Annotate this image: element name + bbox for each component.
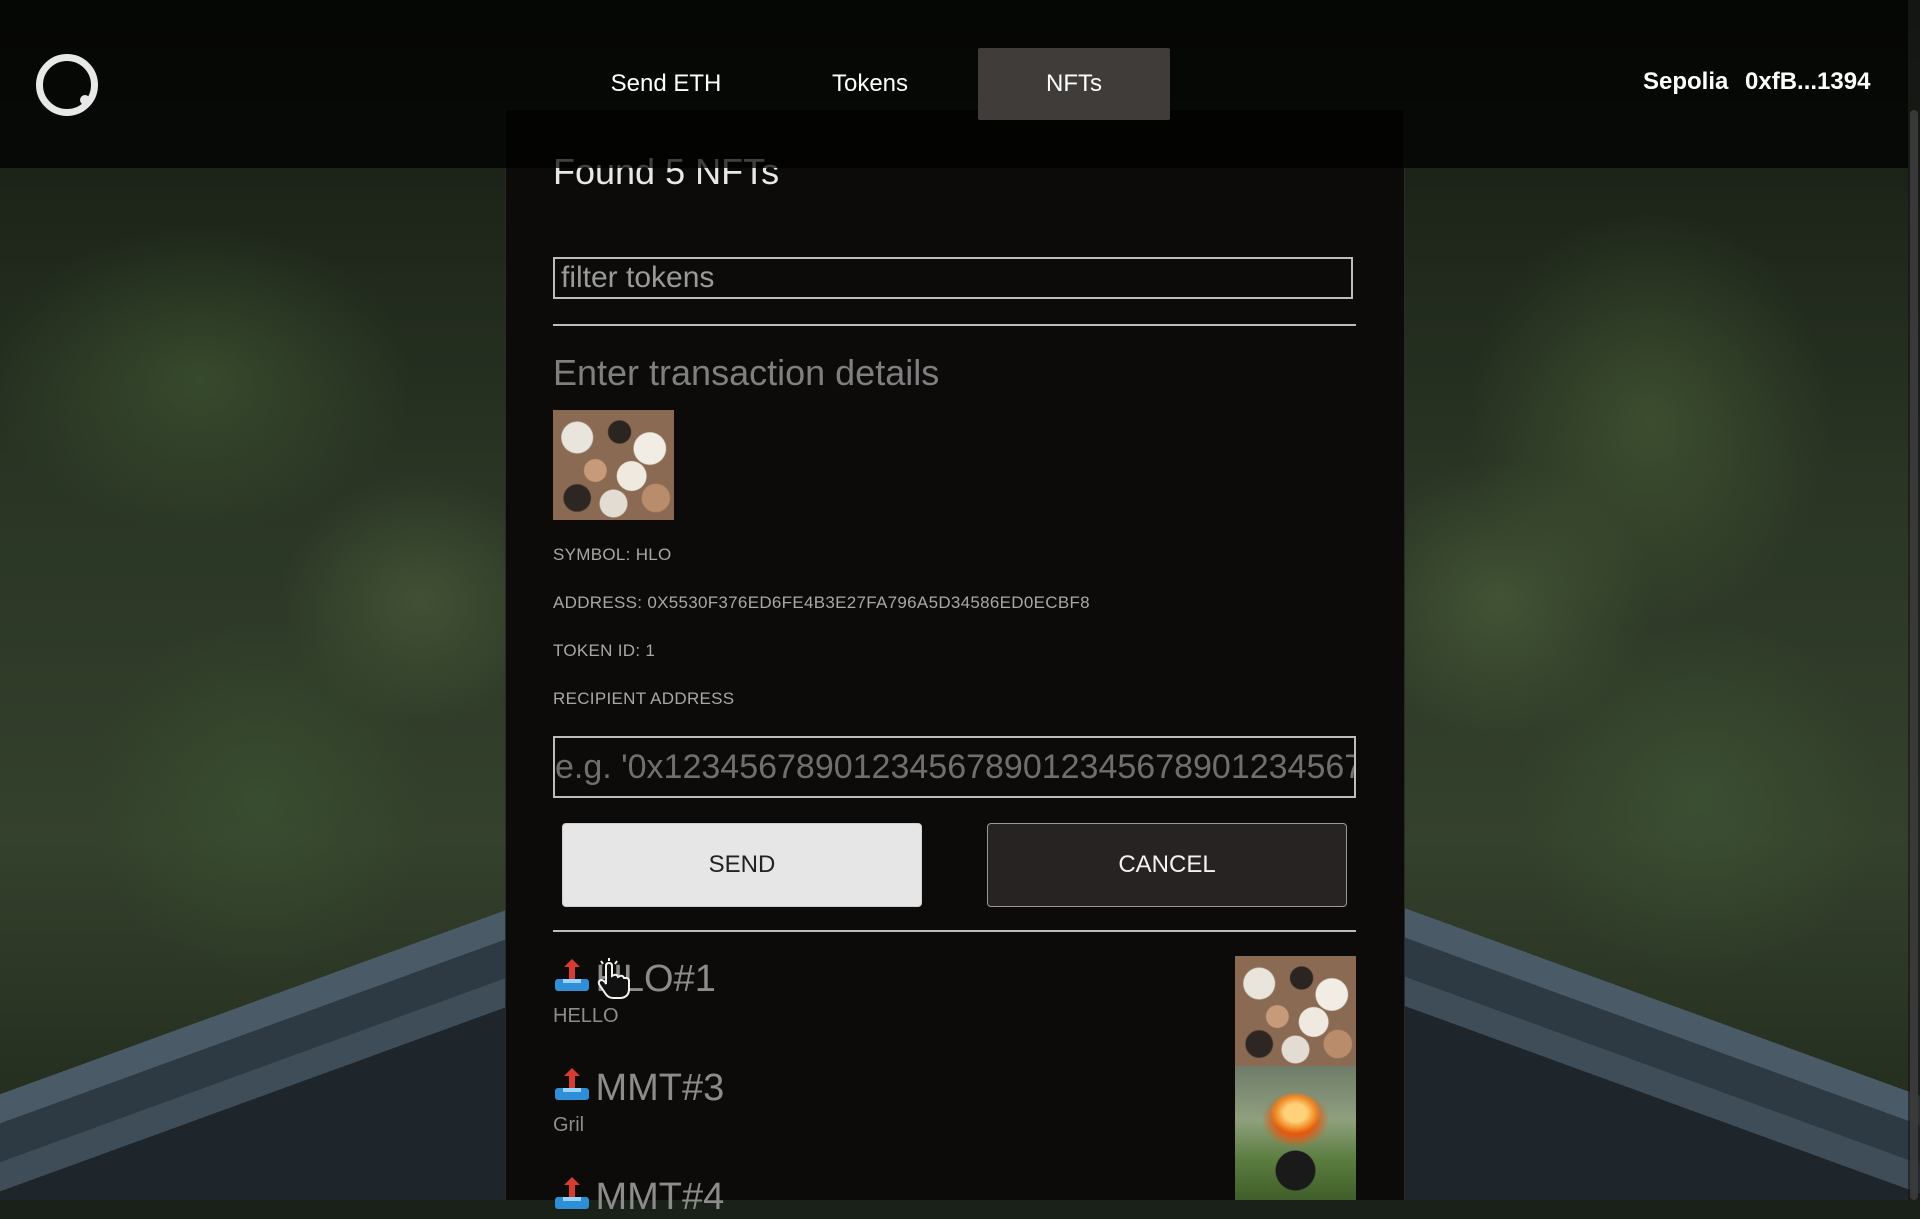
app-logo-icon[interactable] [36, 54, 98, 116]
nft-item-image[interactable] [1235, 956, 1356, 1066]
nft-item-subtitle: HELLO [553, 1005, 619, 1027]
outbox-tray-icon [553, 958, 591, 995]
recipient-address-label: RECIPIENT ADDRESS [553, 689, 735, 708]
tab-tokens[interactable]: Tokens [790, 48, 950, 120]
tab-nfts[interactable]: NFTs [978, 48, 1170, 120]
nft-contract-address: ADDRESS: 0X5530F376ED6FE4B3E27FA796A5D34… [553, 593, 1090, 612]
app-logo-dot [80, 95, 90, 105]
network-label[interactable]: Sepolia [1643, 68, 1728, 96]
nft-item-name: MMT#3 [595, 1067, 725, 1109]
transaction-details-title: Enter transaction details [553, 352, 940, 393]
nft-item-subtitle: Gril [553, 1114, 585, 1136]
cancel-button[interactable]: CANCEL [987, 823, 1347, 907]
nft-item-name: MMT#4 [595, 1176, 725, 1218]
divider [553, 930, 1356, 932]
scrollbar-thumb[interactable] [1910, 110, 1918, 1200]
nft-item-image[interactable] [1235, 1066, 1356, 1200]
top-navbar [0, 0, 1908, 168]
nft-list-item[interactable]: MMT#4 [553, 1176, 724, 1219]
bridge-railing-left [0, 900, 510, 1200]
tab-send-eth[interactable]: Send ETH [586, 48, 746, 120]
nft-token-id: TOKEN ID: 1 [553, 641, 656, 660]
divider [553, 324, 1356, 326]
outbox-tray-icon [553, 1176, 591, 1213]
outbox-tray-icon [553, 1067, 591, 1104]
bridge-railing-right [1400, 900, 1920, 1200]
account-address[interactable]: 0xfB...1394 [1745, 68, 1870, 96]
send-button[interactable]: SEND [562, 823, 922, 907]
nft-symbol: SYMBOL: HLO [553, 545, 672, 564]
filter-tokens-input[interactable] [553, 257, 1353, 299]
recipient-address-input[interactable] [553, 736, 1356, 798]
selected-nft-image [553, 410, 674, 520]
nft-list-item[interactable]: MMT#3 Gril [553, 1067, 724, 1137]
hand-pointer-cursor-icon [597, 958, 630, 999]
